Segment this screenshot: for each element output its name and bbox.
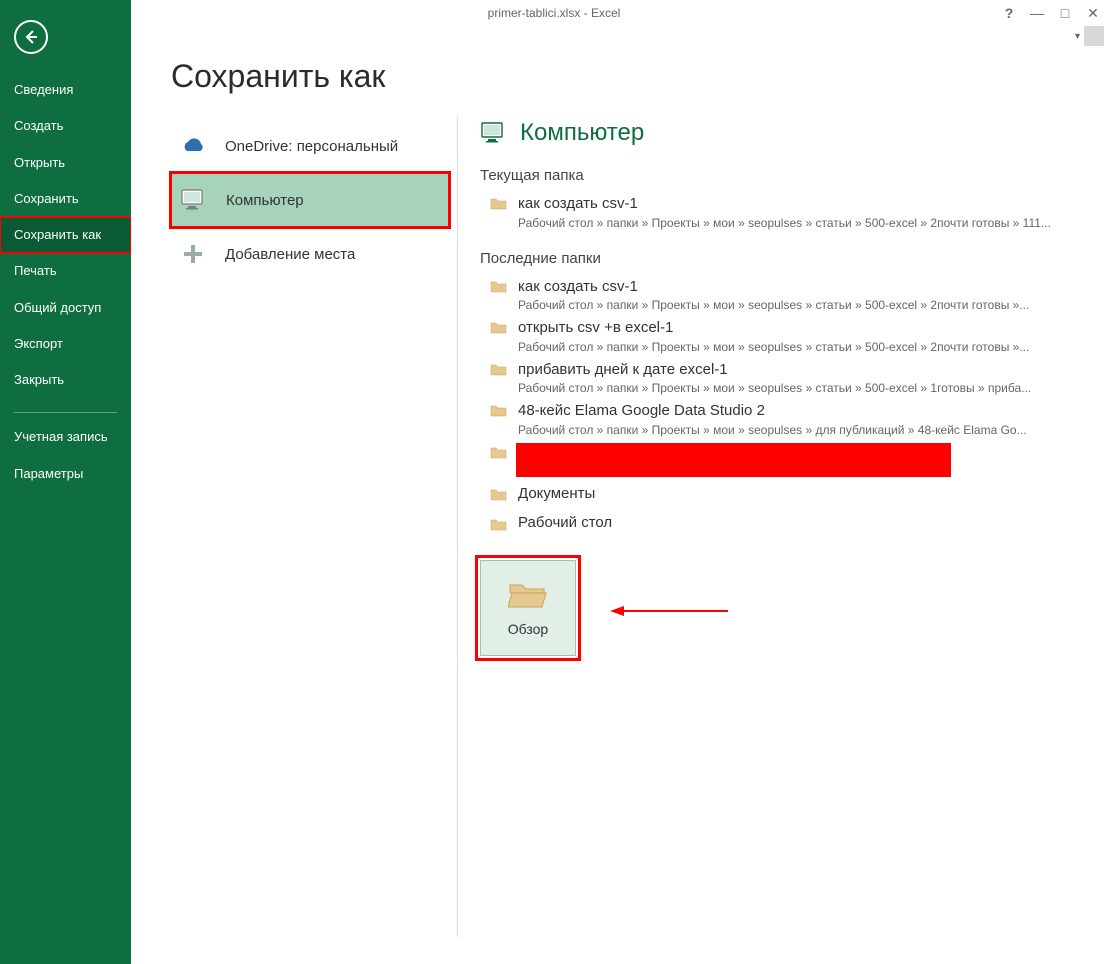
window-controls: ? — □ ✕ [998, 2, 1104, 24]
close-button[interactable]: ✕ [1082, 2, 1104, 24]
browse-button[interactable]: Обзор [480, 560, 576, 656]
recent-folder[interactable]: как создать csv-1Рабочий стол » папки » … [480, 273, 1080, 315]
sidebar-separator [14, 412, 117, 413]
folder-icon [490, 279, 508, 293]
avatar [1084, 26, 1104, 46]
recent-folders-label: Последние папки [480, 250, 1080, 267]
folder-open-icon [508, 579, 548, 611]
sidebar-item-save[interactable]: Сохранить [0, 181, 131, 217]
sidebar-item-options[interactable]: Параметры [0, 456, 131, 492]
folder-icon [490, 320, 508, 334]
recent-folder[interactable]: Документы [480, 479, 1080, 509]
folder-icon [490, 445, 508, 459]
annotation-arrow [610, 602, 730, 620]
recent-folder[interactable]: прибавить дней к дате excel-1Рабочий сто… [480, 356, 1080, 398]
sidebar-item-export[interactable]: Экспорт [0, 326, 131, 362]
maximize-button[interactable]: □ [1054, 2, 1076, 24]
computer-icon [180, 189, 208, 211]
chevron-down-icon: ▾ [1075, 31, 1080, 42]
recent-folder[interactable]: 48-кейс Elama Google Data Studio 2Рабочи… [480, 397, 1080, 439]
folder-icon [490, 487, 508, 501]
folder-icon [490, 362, 508, 376]
folder-icon [490, 517, 508, 531]
sidebar-item-info[interactable]: Сведения [0, 72, 131, 108]
sidebar-item-open[interactable]: Открыть [0, 145, 131, 181]
title-bar: primer-tablici.xlsx - Excel ? — □ ✕ ▾ [0, 0, 1108, 28]
folder-icon [490, 403, 508, 417]
cloud-icon [179, 135, 207, 157]
sidebar-item-saveas[interactable]: Сохранить как [0, 217, 131, 253]
save-location-detail: Компьютер Текущая папка как создать csv-… [480, 119, 1108, 937]
save-location-list: OneDrive: персональныйКомпьютерДобавлени… [131, 119, 449, 937]
excel-backstage-window: primer-tablici.xlsx - Excel ? — □ ✕ ▾ Св… [0, 0, 1108, 964]
location-computer[interactable]: Компьютер [171, 173, 449, 227]
current-folder[interactable]: как создать csv-1 Рабочий стол » папки »… [480, 190, 1080, 232]
recent-folder-redacted[interactable] [480, 439, 1080, 479]
vertical-separator [457, 117, 458, 937]
recent-folder[interactable]: Рабочий стол [480, 508, 1080, 538]
redacted-block [516, 443, 951, 477]
minimize-button[interactable]: — [1026, 2, 1048, 24]
sidebar-item-close[interactable]: Закрыть [0, 362, 131, 398]
location-addplace[interactable]: Добавление места [171, 227, 449, 281]
current-folder-label: Текущая папка [480, 167, 1080, 184]
arrow-left-icon [23, 29, 39, 45]
folder-icon [490, 196, 508, 210]
help-icon[interactable]: ? [998, 2, 1020, 24]
location-onedrive[interactable]: OneDrive: персональный [171, 119, 449, 173]
backstage-sidebar: СведенияСоздатьОткрытьСохранитьСохранить… [0, 0, 131, 964]
plus-icon [179, 243, 207, 265]
user-menu[interactable]: ▾ [1075, 26, 1104, 46]
sidebar-item-print[interactable]: Печать [0, 253, 131, 289]
detail-heading: Компьютер [480, 119, 1080, 147]
backstage-main: Сохранить как OneDrive: персональныйКомп… [131, 0, 1108, 964]
sidebar-item-new[interactable]: Создать [0, 108, 131, 144]
sidebar-item-share[interactable]: Общий доступ [0, 290, 131, 326]
page-title: Сохранить как [171, 58, 1108, 95]
sidebar-item-account[interactable]: Учетная запись [0, 419, 131, 455]
window-title: primer-tablici.xlsx - Excel [488, 6, 621, 20]
computer-icon [480, 122, 508, 144]
recent-folder[interactable]: открыть csv +в excel-1Рабочий стол » пап… [480, 314, 1080, 356]
